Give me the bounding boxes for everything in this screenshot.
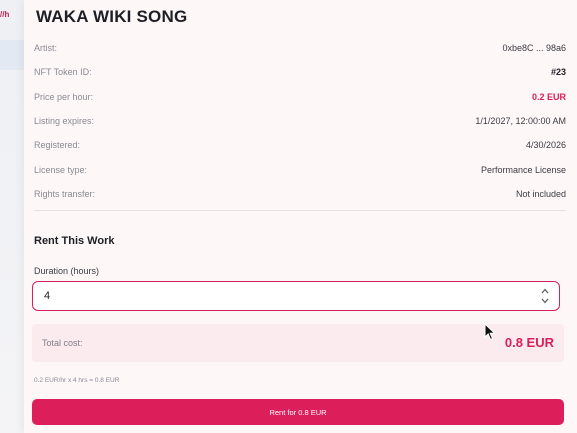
total-cost-label: Total cost: <box>42 338 83 348</box>
detail-value-license: Performance License <box>480 164 566 175</box>
detail-value-registered: 4/30/2026 <box>525 140 566 151</box>
total-cost-value: 0.8 EUR <box>504 335 554 350</box>
song-details-list: Artist: 0xbe8C ... 98a6 NFT Token ID: #2… <box>34 36 566 206</box>
duration-input[interactable]: 4 <box>32 281 560 311</box>
chevron-up-down-icon[interactable] <box>541 288 549 304</box>
detail-value-artist-address: 0xbe8C ... 98a6 <box>502 43 566 54</box>
detail-row-rights: Rights transfer: Not included <box>34 182 566 206</box>
background-card-edge <box>0 40 25 70</box>
rent-button-label: Rent for 0.8 EUR <box>269 407 327 417</box>
song-rental-panel: WAKA WIKI SONG Artist: 0xbe8C ... 98a6 N… <box>24 0 577 433</box>
detail-label: Registered: <box>34 140 81 151</box>
detail-row-artist: Artist: 0xbe8C ... 98a6 <box>34 36 566 60</box>
detail-label: Rights transfer: <box>34 188 96 199</box>
detail-row-price: Price per hour: 0.2 EUR <box>34 85 566 109</box>
section-divider <box>34 210 566 211</box>
detail-value-rights: Not included <box>515 188 566 199</box>
detail-label: Artist: <box>34 43 58 54</box>
detail-label: License type: <box>34 164 88 175</box>
detail-row-license: License type: Performance License <box>34 157 566 181</box>
detail-label: Listing expires: <box>34 116 95 127</box>
detail-row-token-id: NFT Token ID: #23 <box>34 60 566 84</box>
background-price-fragment: //h <box>0 10 10 19</box>
detail-value-token-id: #23 <box>550 67 566 78</box>
detail-value-price: 0.2 EUR <box>531 91 566 102</box>
mouse-pointer-icon <box>484 323 496 341</box>
detail-label: Price per hour: <box>34 91 94 102</box>
rent-button[interactable]: Rent for 0.8 EUR <box>32 399 564 425</box>
detail-label: NFT Token ID: <box>34 67 92 78</box>
rent-section-heading: Rent This Work <box>34 235 115 247</box>
duration-input-value[interactable]: 4 <box>44 290 50 302</box>
song-title: WAKA WIKI SONG <box>36 7 188 26</box>
chevron-up-icon[interactable] <box>541 288 549 294</box>
detail-row-registered: Registered: 4/30/2026 <box>34 133 566 157</box>
duration-label: Duration (hours) <box>34 266 100 276</box>
cost-formula: 0.2 EUR/hr x 4 hrs = 0.8 EUR <box>34 377 120 384</box>
detail-value-expires: 1/1/2027, 12:00:00 AM <box>475 116 566 127</box>
detail-row-expires: Listing expires: 1/1/2027, 12:00:00 AM <box>34 109 566 133</box>
chevron-down-icon[interactable] <box>541 298 549 304</box>
